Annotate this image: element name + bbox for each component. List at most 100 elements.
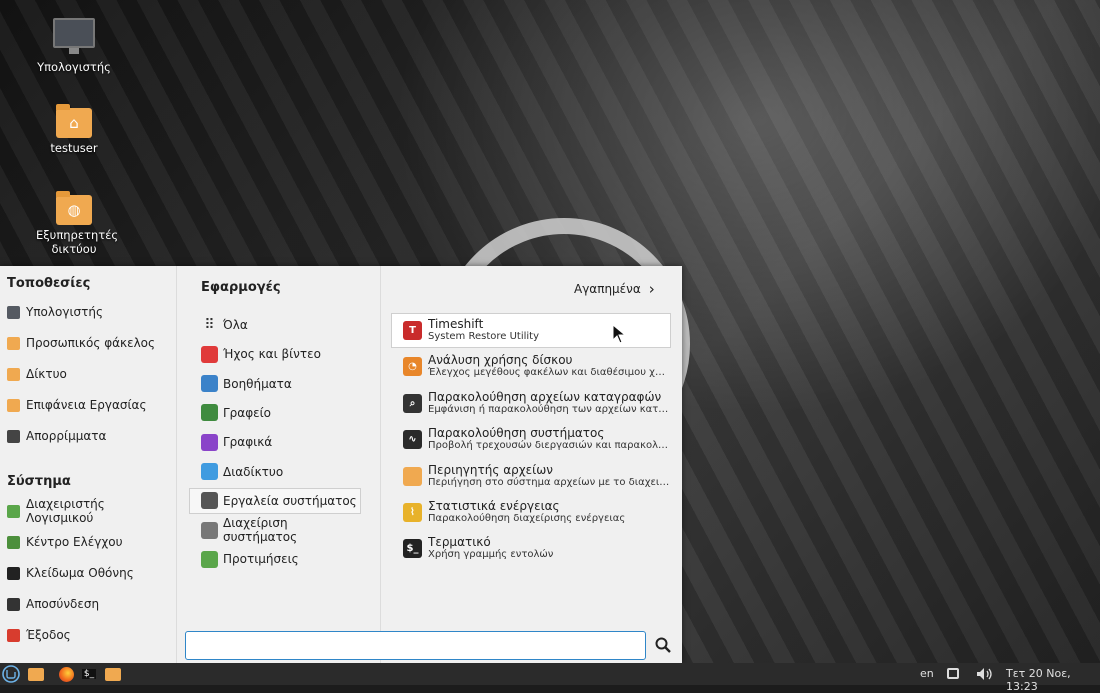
network-folder-icon xyxy=(7,367,20,381)
app-description: Περιήγηση στο σύστημα αρχείων με το διαχ… xyxy=(428,476,670,488)
taskbar-firefox-button[interactable] xyxy=(56,665,76,683)
app-name: Τερματικό xyxy=(428,536,491,550)
taskbar: $_ en Τετ 20 Νοε, 13:23 xyxy=(0,663,1100,693)
places-column: Τοποθεσίες Υπολογιστής Προσωπικός φάκελος… xyxy=(0,266,177,663)
disk-usage-icon: ◔ xyxy=(403,357,422,377)
place-item-label: Υπολογιστής xyxy=(26,305,103,319)
terminal-icon: $_ xyxy=(403,539,422,559)
category-internet[interactable]: Διαδίκτυο xyxy=(189,459,361,485)
app-item-terminal[interactable]: $_ Τερματικό Χρήση γραμμής εντολών xyxy=(391,531,671,566)
places-title: Τοποθεσίες xyxy=(7,276,91,291)
system-item-lock[interactable]: Κλείδωμα Οθόνης xyxy=(7,560,172,586)
software-manager-icon xyxy=(7,504,20,518)
preferences-icon xyxy=(201,550,218,568)
control-center-icon xyxy=(7,535,20,549)
app-name: Timeshift xyxy=(428,318,484,331)
taskbar-files-button[interactable] xyxy=(26,665,46,683)
search-input[interactable] xyxy=(185,631,646,660)
app-text: Στατιστικά ενέργειας Παρακολούθηση διαχεί… xyxy=(428,500,670,525)
desktop-folder-icon xyxy=(7,398,20,412)
place-item-computer[interactable]: Υπολογιστής xyxy=(7,299,172,325)
trash-icon xyxy=(7,429,20,443)
system-item-power[interactable]: Έξοδος xyxy=(7,622,172,648)
computer-icon xyxy=(53,18,95,54)
mouse-cursor-icon xyxy=(612,324,626,344)
category-media[interactable]: Ήχος και βίντεο xyxy=(189,341,361,367)
taskbar-terminal-button[interactable]: $_ xyxy=(79,665,99,683)
category-label: Ήχος και βίντεο xyxy=(223,347,321,362)
chevron-right-icon: › xyxy=(648,280,655,298)
search-icon[interactable] xyxy=(654,636,672,654)
app-name: Στατιστικά ενέργειας xyxy=(428,500,560,513)
place-item-label: Δίκτυο xyxy=(26,367,67,381)
log-viewer-icon: ⌕ xyxy=(403,393,422,413)
app-name: Ανάλυση χρήσης δίσκου xyxy=(428,354,573,368)
app-item-log-viewer[interactable]: ⌕ Παρακολούθηση αρχείων καταγραφών Εμφάνισ… xyxy=(391,386,671,421)
app-item-disk-usage[interactable]: ◔ Ανάλυση χρήσης δίσκου Έλεγχος μεγέθους φ… xyxy=(391,349,671,384)
system-item-software-manager[interactable]: Διαχειριστής Λογισμικού xyxy=(7,497,172,525)
mint-logo-icon xyxy=(2,665,20,683)
app-description: Προβολή τρεχουσών διεργασιών και παρακολ… xyxy=(428,440,670,452)
place-item-label: Επιφάνεια Εργασίας xyxy=(26,398,147,412)
application-menu: Τοποθεσίες Υπολογιστής Προσωπικός φάκελος… xyxy=(0,266,682,663)
firefox-icon xyxy=(58,666,74,682)
category-office[interactable]: Γραφείο xyxy=(189,400,361,426)
place-item-desktop-folder[interactable]: Επιφάνεια Εργασίας xyxy=(7,392,172,418)
place-item-label: Απορρίμματα xyxy=(26,429,107,443)
app-item-power-statistics[interactable]: ⌇ Στατιστικά ενέργειας Παρακολούθηση διαχε… xyxy=(391,495,671,530)
administration-icon xyxy=(201,521,218,539)
category-label: Όλα xyxy=(223,318,248,332)
category-grid[interactable]: ⠿ Όλα xyxy=(189,312,361,338)
desktop-icon-network[interactable]: ◍ Εξυπηρετητές δικτύου xyxy=(19,191,129,256)
keyboard-layout-indicator[interactable]: en xyxy=(920,667,934,680)
internet-icon xyxy=(201,463,218,480)
system-item-logout[interactable]: Αποσύνδεση xyxy=(7,591,172,617)
system-title: Σύστημα xyxy=(7,474,71,489)
system-item-label: Κέντρο Ελέγχου xyxy=(26,535,123,549)
category-system-tools[interactable]: Εργαλεία συστήματος xyxy=(189,487,361,514)
grid-icon: ⠿ xyxy=(204,317,215,333)
logout-icon xyxy=(7,597,20,611)
system-item-label: Έξοδος xyxy=(26,628,71,642)
place-item-home-folder[interactable]: Προσωπικός φάκελος xyxy=(7,330,172,356)
folder-icon xyxy=(105,667,121,681)
app-description: System Restore Utility xyxy=(428,331,540,342)
taskbar-folder-button[interactable] xyxy=(103,665,123,683)
category-accessories[interactable]: Βοηθήματα xyxy=(189,371,361,397)
computer-icon xyxy=(7,305,20,319)
category-administration[interactable]: Διαχείριση συστήματος xyxy=(189,516,361,544)
category-graphics[interactable]: Γραφικά xyxy=(189,429,361,455)
system-item-label: Διαχειριστής Λογισμικού xyxy=(26,497,105,525)
category-label: Βοηθήματα xyxy=(223,376,292,391)
categories-column: Εφαρμογές ⠿ Όλα Ήχος και βίντεο Βοηθήματα Γρ… xyxy=(177,266,381,663)
home-folder-icon: ⌂ xyxy=(56,104,92,138)
clock[interactable]: Τετ 20 Νοε, 13:23 xyxy=(1006,667,1100,693)
desktop-icon-home[interactable]: ⌂ testuser xyxy=(19,104,129,155)
app-item-system-monitor[interactable]: ∿ Παρακολούθηση συστήματος Προβολή τρεχουσ… xyxy=(391,422,671,457)
category-label: Γραφικά xyxy=(223,435,273,450)
file-manager-icon xyxy=(403,466,422,486)
desktop-icon-computer[interactable]: Υπολογιστής xyxy=(19,18,129,74)
office-icon xyxy=(201,404,218,422)
place-item-network-folder[interactable]: Δίκτυο xyxy=(7,361,172,387)
app-description: Εμφάνιση ή παρακολούθηση των αρχείων κατ… xyxy=(428,403,670,415)
app-name: Παρακολούθηση συστήματος xyxy=(428,427,605,441)
home-folder-icon xyxy=(7,336,20,350)
app-item-timeshift[interactable]: T Timeshift System Restore Utility xyxy=(391,313,671,348)
app-item-file-manager[interactable]: Περιηγητής αρχείων Περιήγηση στο σύστημα … xyxy=(391,459,671,494)
volume-icon[interactable] xyxy=(976,667,994,681)
app-text: Περιηγητής αρχείων Περιήγηση στο σύστημα … xyxy=(428,464,670,489)
notifications-icon[interactable] xyxy=(947,668,959,679)
system-item-control-center[interactable]: Κέντρο Ελέγχου xyxy=(7,529,172,555)
terminal-icon: $_ xyxy=(81,669,97,679)
desktop-icon-label: Εξυπηρετητές δικτύου xyxy=(36,228,119,256)
system-monitor-icon: ∿ xyxy=(403,430,422,450)
menu-button[interactable] xyxy=(1,665,21,683)
app-description: Έλεγχος μεγέθους φακέλων και διαθέσιμου … xyxy=(428,367,670,379)
favorites-button[interactable]: Αγαπημένα › xyxy=(574,280,655,298)
category-preferences[interactable]: Προτιμήσεις xyxy=(189,546,361,572)
folder-icon xyxy=(28,667,44,681)
app-description: Παρακολούθηση διαχείρισης ενέργειας xyxy=(428,513,626,524)
favorites-label: Αγαπημένα xyxy=(574,282,641,296)
place-item-trash[interactable]: Απορρίμματα xyxy=(7,423,172,449)
